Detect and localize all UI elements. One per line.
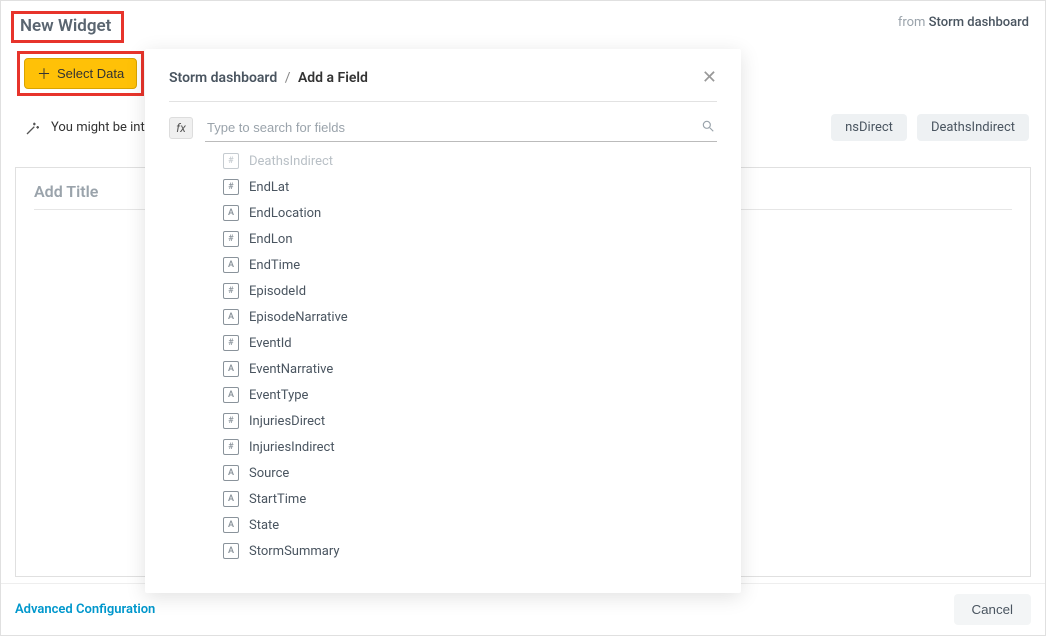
field-search-input[interactable] bbox=[205, 114, 717, 141]
cancel-button[interactable]: Cancel bbox=[954, 594, 1032, 625]
from-dashboard-name: Storm dashboard bbox=[929, 15, 1029, 30]
field-name: EndLon bbox=[249, 232, 293, 247]
numeric-type-icon: # bbox=[223, 153, 239, 169]
text-type-icon: A bbox=[223, 491, 239, 507]
field-item[interactable]: # DeathsIndirect bbox=[223, 148, 717, 174]
field-name: StartTime bbox=[249, 492, 306, 507]
field-item[interactable]: # EndLat bbox=[223, 174, 717, 200]
field-name: EpisodeId bbox=[249, 284, 306, 299]
formula-button[interactable]: fx bbox=[169, 117, 193, 139]
plus-icon: ＋ bbox=[37, 67, 51, 81]
field-name: DeathsIndirect bbox=[249, 154, 333, 169]
advanced-configuration-link[interactable]: Advanced Configuration bbox=[15, 602, 155, 617]
numeric-type-icon: # bbox=[223, 283, 239, 299]
from-label: from Storm dashboard bbox=[898, 11, 1029, 30]
field-item[interactable]: A EndTime bbox=[223, 252, 717, 278]
field-name: Source bbox=[249, 466, 289, 481]
field-item[interactable]: # EndLon bbox=[223, 226, 717, 252]
field-item[interactable]: # InjuriesDirect bbox=[223, 408, 717, 434]
field-item[interactable]: A EventNarrative bbox=[223, 356, 717, 382]
field-item[interactable]: # EventId bbox=[223, 330, 717, 356]
page-title: New Widget bbox=[20, 16, 111, 36]
text-type-icon: A bbox=[223, 465, 239, 481]
numeric-type-icon: # bbox=[223, 439, 239, 455]
breadcrumb: Storm dashboard / Add a Field bbox=[169, 70, 368, 86]
field-name: State bbox=[249, 518, 279, 533]
field-name: InjuriesDirect bbox=[249, 414, 325, 429]
field-name: StormSummary bbox=[249, 544, 340, 559]
field-item[interactable]: A State bbox=[223, 512, 717, 538]
field-item[interactable]: A EndLocation bbox=[223, 200, 717, 226]
field-item[interactable]: A StormSummary bbox=[223, 538, 717, 564]
field-item[interactable]: A EpisodeNarrative bbox=[223, 304, 717, 330]
field-name: EpisodeNarrative bbox=[249, 310, 348, 325]
field-name: EventId bbox=[249, 336, 292, 351]
text-type-icon: A bbox=[223, 387, 239, 403]
text-type-icon: A bbox=[223, 517, 239, 533]
search-icon bbox=[701, 119, 715, 137]
select-data-button[interactable]: ＋ Select Data bbox=[24, 58, 137, 89]
field-name: EndLat bbox=[249, 180, 289, 195]
breadcrumb-root[interactable]: Storm dashboard bbox=[169, 70, 277, 86]
field-item[interactable]: # InjuriesIndirect bbox=[223, 434, 717, 460]
numeric-type-icon: # bbox=[223, 231, 239, 247]
field-item[interactable]: A EventType bbox=[223, 382, 717, 408]
text-type-icon: A bbox=[223, 361, 239, 377]
text-type-icon: A bbox=[223, 543, 239, 559]
field-name: EndLocation bbox=[249, 206, 321, 221]
field-list[interactable]: # DeathsIndirect # EndLat A EndLocation # EndLo… bbox=[169, 142, 717, 583]
add-field-popover: Storm dashboard / Add a Field ✕ fx # Deat… bbox=[145, 49, 741, 593]
numeric-type-icon: # bbox=[223, 179, 239, 195]
field-name: EndTime bbox=[249, 258, 300, 273]
text-type-icon: A bbox=[223, 309, 239, 325]
field-item[interactable]: # EpisodeId bbox=[223, 278, 717, 304]
field-name: EventNarrative bbox=[249, 362, 333, 377]
text-type-icon: A bbox=[223, 205, 239, 221]
field-name: EventType bbox=[249, 388, 308, 403]
field-item[interactable]: A Source bbox=[223, 460, 717, 486]
suggestion-chip[interactable]: DeathsIndirect bbox=[917, 114, 1029, 141]
field-item[interactable]: A StartTime bbox=[223, 486, 717, 512]
text-type-icon: A bbox=[223, 257, 239, 273]
breadcrumb-leaf: Add a Field bbox=[298, 70, 368, 86]
numeric-type-icon: # bbox=[223, 413, 239, 429]
suggestion-chip[interactable]: nsDirect bbox=[831, 114, 907, 141]
close-icon[interactable]: ✕ bbox=[702, 69, 717, 87]
wand-icon bbox=[25, 120, 41, 136]
field-name: InjuriesIndirect bbox=[249, 440, 335, 455]
numeric-type-icon: # bbox=[223, 335, 239, 351]
